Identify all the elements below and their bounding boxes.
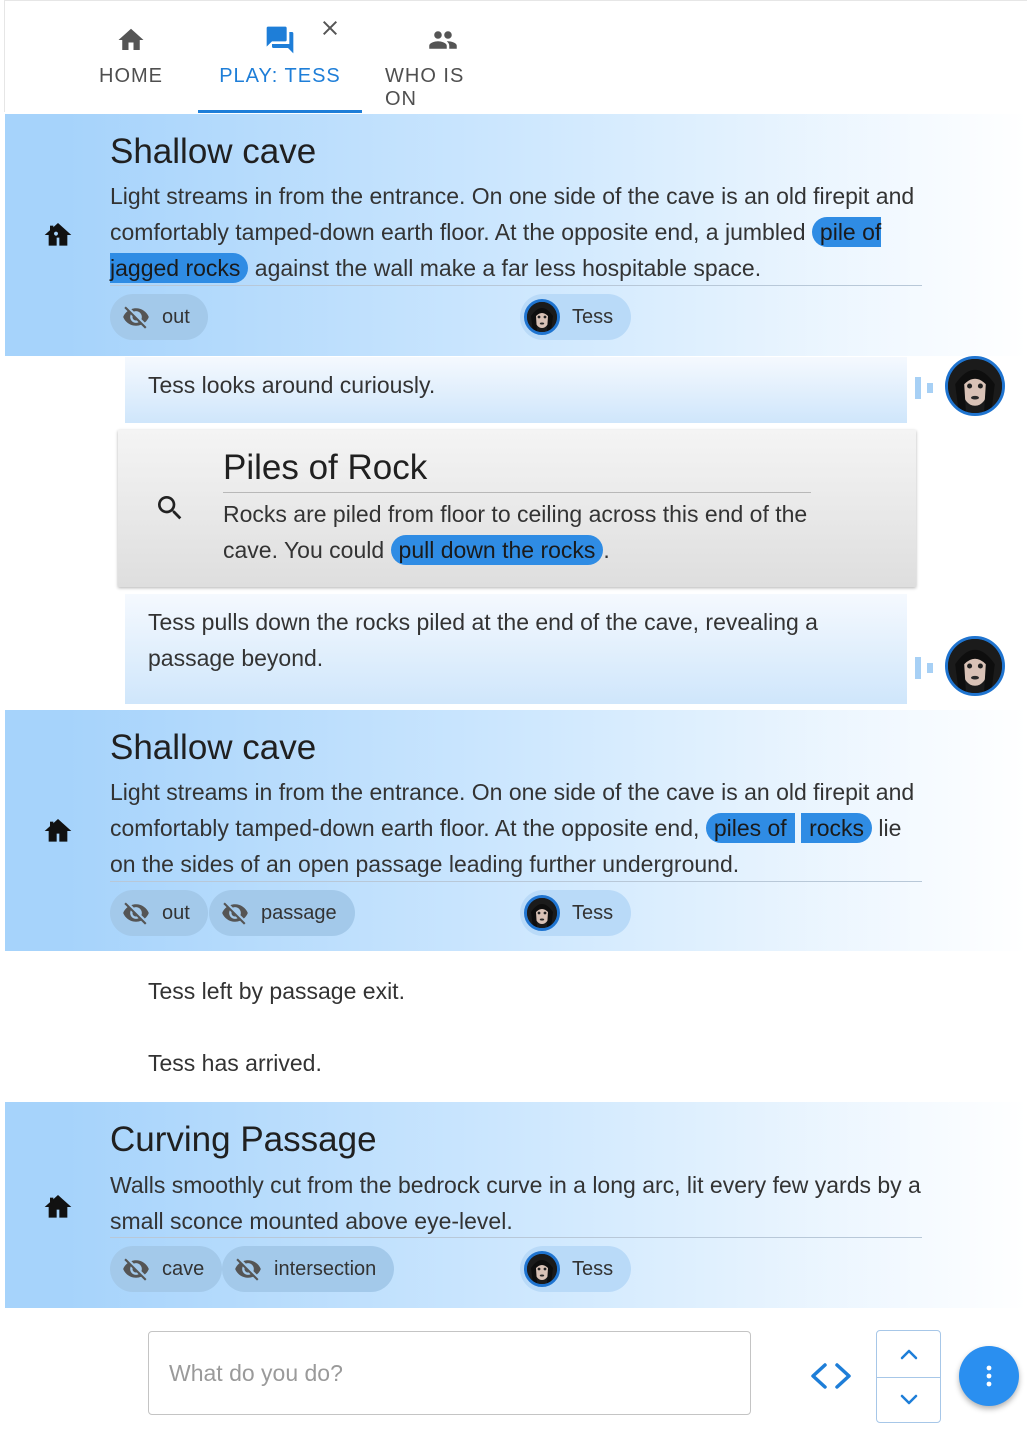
tab-bar: HOME PLAY: TESS WHO IS ON (4, 0, 1027, 113)
avatar (524, 1251, 560, 1287)
search-icon (158, 496, 182, 520)
divider (110, 881, 922, 882)
exit-chip-passage[interactable]: passage (209, 890, 355, 936)
system-message: Tess has arrived. (148, 1050, 322, 1076)
avatar[interactable] (945, 636, 1005, 696)
divider (110, 285, 922, 286)
feature-card: Piles of Rock Rocks are piled from floor… (118, 430, 916, 587)
exit-chip-intersection[interactable]: intersection (222, 1246, 395, 1292)
people-icon (425, 23, 461, 57)
room-description: Light streams in from the entrance. On o… (110, 183, 915, 283)
history-down-button[interactable] (877, 1377, 940, 1423)
command-field (148, 1331, 751, 1415)
close-tab-button[interactable] (313, 11, 347, 45)
room-description: Walls smoothly cut from the bedrock curv… (110, 1172, 921, 1234)
close-icon (323, 21, 337, 35)
room-feature-link[interactable]: piles of (705, 813, 795, 843)
more-actions-button[interactable] (959, 1346, 1019, 1406)
divider (223, 492, 811, 493)
system-message: Tess left by passage exit. (148, 978, 405, 1004)
pause-icon (915, 657, 933, 679)
exit-label: cave (162, 1257, 205, 1280)
house-icon (44, 819, 72, 842)
room-card: Shallow cave Light streams in from the e… (5, 710, 1027, 951)
avatar[interactable] (945, 356, 1005, 416)
room-title: Curving Passage (110, 1120, 377, 1159)
history-up-button[interactable] (877, 1331, 940, 1377)
room-title: Shallow cave (110, 728, 317, 767)
hidden-eye-icon (118, 1253, 154, 1285)
hidden-eye-icon (118, 301, 154, 333)
character-name: Tess (572, 305, 614, 328)
action-link[interactable]: pull down the rocks (390, 535, 604, 565)
character-chip-tess[interactable]: Tess (520, 1246, 632, 1292)
pause-icon (915, 377, 933, 399)
tab-home[interactable]: HOME (93, 1, 169, 113)
room-card: Curving Passage Walls smoothly cut from … (5, 1102, 1027, 1308)
exit-label: out (162, 901, 190, 924)
exit-label: passage (261, 901, 337, 924)
character-chip-tess[interactable]: Tess (520, 890, 632, 936)
tab-who-is-on[interactable]: WHO IS ON (385, 1, 501, 113)
house-icon (44, 1195, 72, 1218)
exit-label: intersection (274, 1257, 377, 1280)
message-text: Tess looks around curiously. (148, 372, 436, 398)
code-icon (811, 1363, 851, 1389)
tab-play-tess-label: PLAY: TESS (219, 65, 341, 87)
command-input[interactable] (149, 1332, 750, 1414)
avatar (524, 895, 560, 931)
forum-icon (262, 23, 298, 57)
exit-label: out (162, 305, 190, 328)
divider (110, 1237, 922, 1238)
character-name: Tess (572, 1257, 614, 1280)
avatar (524, 299, 560, 335)
room-title: Shallow cave (110, 132, 317, 171)
room-card: Shallow cave Light streams in from the e… (5, 114, 1027, 356)
exit-chip-cave[interactable]: cave (110, 1246, 223, 1292)
chevron-down-icon (900, 1394, 917, 1405)
hidden-eye-icon (230, 1253, 266, 1285)
more-vertical-icon (986, 1365, 992, 1387)
character-name: Tess (572, 901, 614, 924)
house-icon (44, 223, 72, 246)
feature-description: Rocks are piled from floor to ceiling ac… (223, 501, 808, 565)
home-icon (113, 23, 149, 57)
tab-who-is-on-label: WHO IS ON (385, 65, 465, 110)
character-chip-tess[interactable]: Tess (520, 294, 632, 340)
code-mode-button[interactable] (805, 1356, 857, 1396)
hidden-eye-icon (118, 897, 154, 929)
room-feature-link[interactable]: rocks (801, 813, 873, 843)
narration-message: Tess pulls down the rocks piled at the e… (125, 594, 907, 704)
tab-home-label: HOME (99, 65, 163, 87)
room-description: Light streams in from the entrance. On o… (110, 779, 915, 877)
narration-message: Tess looks around curiously. (125, 357, 907, 423)
feature-title: Piles of Rock (223, 448, 428, 487)
hidden-eye-icon (217, 897, 253, 929)
message-text: Tess pulls down the rocks piled at the e… (148, 609, 818, 671)
exit-chip-out[interactable]: out (110, 294, 208, 340)
exit-chip-out[interactable]: out (110, 890, 208, 936)
chevron-up-icon (900, 1349, 917, 1360)
history-nav (876, 1330, 941, 1423)
